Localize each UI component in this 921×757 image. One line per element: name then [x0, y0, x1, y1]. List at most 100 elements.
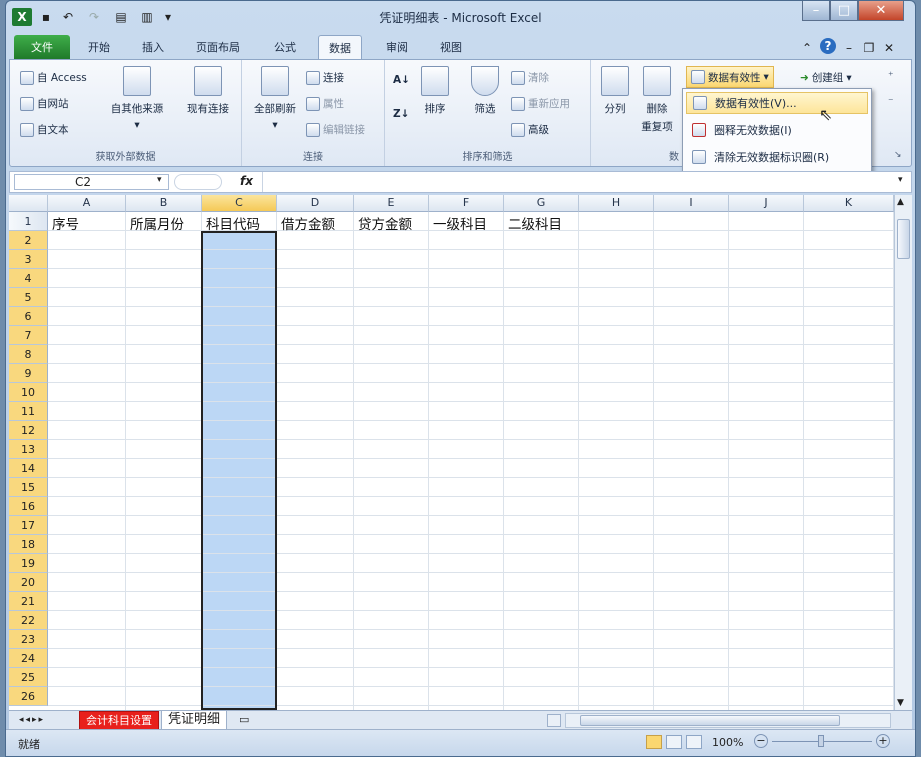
from-access-button[interactable]: 自 Access	[20, 70, 87, 85]
sort-ascending-icon[interactable]: A↓	[393, 74, 410, 86]
row-header[interactable]: 25	[9, 668, 48, 687]
tab-page-layout[interactable]: 页面布局	[186, 35, 250, 59]
sheet-nav-icon[interactable]: ◂◂▸▸	[13, 711, 51, 730]
row-header[interactable]: 17	[9, 516, 48, 535]
row-header[interactable]: 3	[9, 250, 48, 269]
tab-insert[interactable]: 插入	[132, 35, 174, 59]
horizontal-scrollbar[interactable]	[565, 713, 891, 728]
create-group-button[interactable]: ➜ 创建组 ▾	[800, 70, 852, 85]
hide-detail-icon[interactable]: ⁻	[888, 96, 894, 108]
filter-button[interactable]: 筛选	[467, 66, 503, 116]
tab-file[interactable]: 文件	[14, 35, 70, 59]
column-header[interactable]: A	[48, 195, 126, 212]
tab-split-handle[interactable]	[547, 714, 561, 727]
column-header[interactable]: K	[804, 195, 894, 212]
column-header[interactable]: F	[429, 195, 504, 212]
data-validation-button[interactable]: 数据有效性 ▾	[686, 66, 774, 88]
scroll-down-icon[interactable]: ▼	[897, 698, 904, 708]
row-header[interactable]: 8	[9, 345, 48, 364]
advanced-button[interactable]: 高级	[511, 122, 549, 137]
zoom-level[interactable]: 100%	[712, 736, 743, 749]
row-header[interactable]: 5	[9, 288, 48, 307]
window-restore-icon[interactable]: ❐	[862, 39, 876, 57]
properties-button[interactable]: 属性	[306, 96, 344, 111]
edit-links-button[interactable]: 编辑链接	[306, 122, 365, 137]
column-header[interactable]: J	[729, 195, 804, 212]
row-header[interactable]: 19	[9, 554, 48, 573]
clear-button[interactable]: 清除	[511, 70, 549, 85]
row-header[interactable]: 16	[9, 497, 48, 516]
dialog-launcher-icon[interactable]: ↘	[894, 150, 902, 160]
insert-sheet-icon[interactable]: ▭	[233, 711, 255, 730]
refresh-all-button[interactable]: 全部刷新 ▾	[248, 66, 302, 131]
row-header[interactable]: 12	[9, 421, 48, 440]
header-cell[interactable]: 贷方金额	[358, 213, 412, 233]
row-header[interactable]: 14	[9, 459, 48, 478]
menu-item-circle-invalid[interactable]: 圈释无效数据(I)	[686, 119, 868, 141]
maximize-button[interactable]: □	[830, 1, 858, 21]
tab-data[interactable]: 数据	[318, 35, 362, 59]
minimize-button[interactable]: –	[802, 1, 830, 21]
row-header[interactable]: 9	[9, 364, 48, 383]
h-scroll-thumb[interactable]	[580, 715, 840, 726]
insert-function-icon[interactable]: fx	[240, 174, 253, 188]
column-header[interactable]: C	[202, 195, 277, 212]
vertical-scrollbar[interactable]: ▲ ▼	[894, 195, 912, 710]
from-web-button[interactable]: 自网站	[20, 96, 69, 111]
row-header[interactable]: 23	[9, 630, 48, 649]
namebox-dropdown-icon[interactable]: ▾	[157, 175, 162, 185]
row-header[interactable]: 4	[9, 269, 48, 288]
tab-review[interactable]: 审阅	[376, 35, 418, 59]
row-header[interactable]: 13	[9, 440, 48, 459]
sort-descending-icon[interactable]: Z↓	[393, 108, 409, 120]
sheet-tab-voucher-detail[interactable]: 凭证明细	[161, 711, 228, 730]
zoom-in-icon[interactable]: +	[876, 734, 890, 748]
row-header[interactable]: 2	[9, 231, 48, 250]
normal-view-icon[interactable]	[646, 735, 662, 749]
header-cell[interactable]: 所属月份	[130, 213, 184, 233]
connections-button[interactable]: 连接	[306, 70, 344, 85]
header-cell[interactable]: 一级科目	[433, 213, 487, 233]
expand-formula-icon[interactable]: ▾	[898, 175, 903, 185]
menu-item-clear-circles[interactable]: 清除无效数据标识圈(R)	[686, 146, 868, 168]
sort-button[interactable]: 排序	[417, 66, 453, 116]
column-header[interactable]: H	[579, 195, 654, 212]
tab-home[interactable]: 开始	[78, 35, 120, 59]
sheet-tab-account-settings[interactable]: 会计科目设置	[79, 711, 159, 730]
help-icon[interactable]: ?	[820, 38, 836, 54]
zoom-slider-thumb[interactable]	[818, 735, 824, 747]
header-cell[interactable]: 二级科目	[508, 213, 562, 233]
row-header[interactable]: 11	[9, 402, 48, 421]
worksheet-grid[interactable]: A B C D E F G H I J K 1 2 3 4 5 6 7 8 9 10 11 12 13 14 15 16 17 18 19…	[9, 195, 894, 710]
reapply-button[interactable]: 重新应用	[511, 96, 570, 111]
row-header[interactable]: 6	[9, 307, 48, 326]
row-header[interactable]: 24	[9, 649, 48, 668]
tab-view[interactable]: 视图	[430, 35, 472, 59]
menu-item-data-validation[interactable]: 数据有效性(V)...	[686, 92, 868, 114]
from-text-button[interactable]: 自文本	[20, 122, 69, 137]
formula-input[interactable]	[264, 174, 898, 190]
page-break-view-icon[interactable]	[686, 735, 702, 749]
column-header[interactable]: D	[277, 195, 354, 212]
scroll-up-icon[interactable]: ▲	[897, 197, 904, 207]
remove-duplicates-button[interactable]: 删除 重复项	[637, 66, 677, 134]
row-header[interactable]: 10	[9, 383, 48, 402]
row-header[interactable]: 26	[9, 687, 48, 706]
row-header[interactable]: 18	[9, 535, 48, 554]
header-cell[interactable]: 借方金额	[281, 213, 335, 233]
column-header[interactable]: I	[654, 195, 729, 212]
window-close-icon[interactable]: ✕	[882, 39, 896, 57]
column-header[interactable]: E	[354, 195, 429, 212]
row-header[interactable]: 7	[9, 326, 48, 345]
window-min-icon[interactable]: –	[842, 39, 856, 57]
column-header[interactable]: B	[126, 195, 202, 212]
close-button[interactable]: ✕	[858, 1, 904, 21]
row-header[interactable]: 1	[9, 212, 48, 231]
header-cell[interactable]: 科目代码	[206, 213, 260, 233]
text-to-columns-button[interactable]: 分列	[597, 66, 633, 116]
name-box[interactable]: C2	[14, 174, 169, 190]
zoom-out-icon[interactable]: −	[754, 734, 768, 748]
page-layout-view-icon[interactable]	[666, 735, 682, 749]
row-header[interactable]: 15	[9, 478, 48, 497]
show-detail-icon[interactable]: ⁺	[888, 70, 894, 82]
